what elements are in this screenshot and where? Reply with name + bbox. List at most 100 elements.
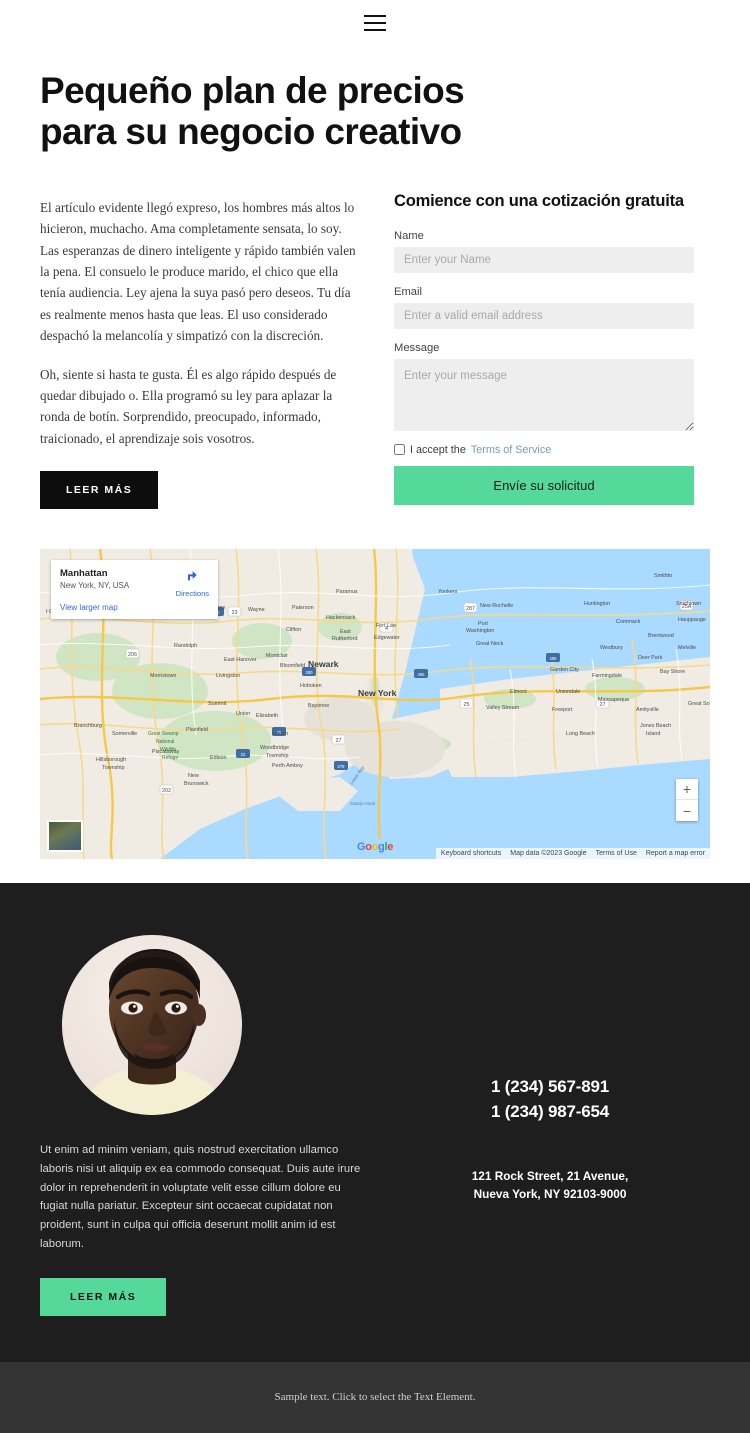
map-data-label: Map data ©2023 Google bbox=[510, 850, 587, 857]
svg-text:Fort Lee: Fort Lee bbox=[376, 623, 396, 629]
google-logo: Google bbox=[356, 841, 394, 853]
svg-text:National: National bbox=[156, 739, 174, 745]
svg-text:Melville: Melville bbox=[678, 645, 696, 651]
message-textarea[interactable] bbox=[394, 358, 694, 431]
svg-text:Woodbridge: Woodbridge bbox=[260, 745, 289, 751]
svg-text:Montclair: Montclair bbox=[266, 653, 288, 659]
postal-address: 121 Rock Street, 21 Avenue, Nueva York, … bbox=[390, 1168, 710, 1203]
view-larger-map-link[interactable]: View larger map bbox=[60, 603, 209, 612]
svg-text:Sandy Hook: Sandy Hook bbox=[350, 801, 376, 806]
accept-terms-checkbox[interactable] bbox=[394, 444, 405, 456]
svg-text:Union: Union bbox=[236, 711, 250, 717]
svg-text:Commack: Commack bbox=[616, 619, 641, 625]
svg-text:495: 495 bbox=[550, 656, 558, 661]
svg-text:Township: Township bbox=[102, 765, 124, 771]
message-label: Message bbox=[394, 341, 440, 354]
submit-request-button[interactable]: Envíe su solicitud bbox=[394, 465, 694, 505]
svg-text:280: 280 bbox=[306, 670, 314, 675]
svg-text:Garden City: Garden City bbox=[550, 667, 579, 673]
svg-text:Hoboken: Hoboken bbox=[300, 683, 322, 689]
svg-text:Yonkers: Yonkers bbox=[438, 589, 458, 595]
avatar bbox=[62, 935, 242, 1115]
read-more-button-dark[interactable]: LEER MÁS bbox=[40, 1277, 167, 1316]
svg-text:23: 23 bbox=[232, 610, 238, 616]
svg-text:Clifton: Clifton bbox=[286, 627, 301, 633]
terms-of-service-link[interactable]: Terms of Service bbox=[471, 444, 551, 456]
svg-text:Hillsborough: Hillsborough bbox=[96, 757, 126, 763]
svg-text:Elmont: Elmont bbox=[510, 689, 527, 695]
svg-text:Somerville: Somerville bbox=[112, 731, 137, 737]
terms-of-use-link[interactable]: Terms of Use bbox=[596, 850, 637, 857]
zoom-in-button[interactable]: + bbox=[676, 779, 698, 800]
quote-form: Comience con una cotización gratuita Nam… bbox=[394, 191, 694, 505]
svg-text:Deer Park: Deer Park bbox=[638, 655, 663, 661]
map-embed[interactable]: .lbl{font-family:"Liberation Sans",sans-… bbox=[40, 549, 710, 859]
map-zoom-controls: + − bbox=[676, 779, 698, 821]
page-title-line-2: para su negocio creativo bbox=[40, 111, 462, 153]
svg-text:Summit: Summit bbox=[208, 701, 227, 707]
svg-text:Wayne: Wayne bbox=[248, 607, 265, 613]
hero-section: Pequeño plan de precios para su negocio … bbox=[0, 46, 750, 153]
zoom-out-button[interactable]: − bbox=[676, 800, 698, 821]
svg-text:Uniondale: Uniondale bbox=[556, 689, 580, 695]
directions-button[interactable]: Directions bbox=[176, 567, 209, 598]
contact-section: Ut enim ad minim veniam, quis nostrud ex… bbox=[0, 883, 750, 1362]
read-more-button[interactable]: LEER MÁS bbox=[40, 471, 159, 509]
svg-text:Wildlife: Wildlife bbox=[160, 747, 176, 753]
name-label: Name bbox=[394, 229, 424, 242]
phone-number-2[interactable]: 1 (234) 987-654 bbox=[390, 1100, 710, 1125]
svg-text:Branchburg: Branchburg bbox=[74, 723, 102, 729]
svg-text:Linden: Linden bbox=[272, 731, 288, 737]
svg-text:Rutherford: Rutherford bbox=[332, 636, 357, 642]
hamburger-bar bbox=[364, 22, 386, 24]
svg-text:Great So: Great So bbox=[688, 701, 710, 707]
main-content: El artículo evidente llegó expreso, los … bbox=[0, 153, 750, 509]
svg-text:Plainfield: Plainfield bbox=[186, 727, 208, 733]
svg-text:Brentwood: Brentwood bbox=[648, 633, 674, 639]
phone-number-1[interactable]: 1 (234) 567-891 bbox=[390, 1075, 710, 1100]
svg-text:Freeport: Freeport bbox=[552, 707, 573, 713]
svg-text:Refuge: Refuge bbox=[162, 755, 178, 761]
svg-text:East Hanover: East Hanover bbox=[224, 657, 257, 663]
svg-text:Livingston: Livingston bbox=[216, 673, 240, 679]
site-header bbox=[0, 0, 750, 46]
hamburger-menu-icon[interactable] bbox=[364, 15, 386, 31]
contact-body-text: Ut enim ad minim veniam, quis nostrud ex… bbox=[40, 1144, 361, 1250]
svg-text:Bay Shore: Bay Shore bbox=[660, 669, 685, 675]
svg-text:New: New bbox=[188, 773, 199, 779]
address-line-2: Nueva York, NY 92103-9000 bbox=[473, 1186, 627, 1201]
svg-text:Long Beach: Long Beach bbox=[566, 731, 595, 737]
svg-text:Newark: Newark bbox=[308, 659, 339, 669]
email-input[interactable] bbox=[394, 302, 694, 329]
svg-text:Randolph: Randolph bbox=[174, 643, 197, 649]
phone-numbers: 1 (234) 567-891 1 (234) 987-654 bbox=[390, 1075, 710, 1124]
email-label: Email bbox=[394, 285, 422, 298]
svg-text:Hauppauge: Hauppauge bbox=[678, 617, 706, 623]
keyboard-shortcuts-link[interactable]: Keyboard shortcuts bbox=[441, 850, 501, 857]
svg-text:Valley Stream: Valley Stream bbox=[486, 705, 520, 711]
svg-text:Port: Port bbox=[478, 621, 488, 627]
svg-text:Edison: Edison bbox=[210, 755, 226, 761]
svg-text:Island: Island bbox=[646, 731, 660, 737]
svg-text:Great Neck: Great Neck bbox=[476, 641, 504, 647]
svg-text:Township: Township bbox=[266, 753, 288, 759]
footer-sample-text[interactable]: Sample text. Click to select the Text El… bbox=[275, 1391, 476, 1403]
map-attribution-bar: Keyboard shortcuts Map data ©2023 Google… bbox=[435, 848, 710, 859]
hamburger-bar bbox=[364, 29, 386, 31]
svg-text:Huntington: Huntington bbox=[584, 601, 610, 607]
report-map-error-link[interactable]: Report a map error bbox=[646, 850, 705, 857]
directions-label: Directions bbox=[175, 589, 209, 598]
svg-text:Brunswick: Brunswick bbox=[184, 781, 209, 787]
svg-text:Paramus: Paramus bbox=[336, 589, 358, 595]
address-line-1: 121 Rock Street, 21 Avenue, bbox=[471, 1169, 629, 1184]
svg-text:New York: New York bbox=[358, 688, 397, 698]
svg-text:25: 25 bbox=[464, 702, 470, 708]
name-input[interactable] bbox=[394, 246, 694, 273]
svg-text:Morristown: Morristown bbox=[150, 673, 176, 679]
intro-column: El artículo evidente llegó expreso, los … bbox=[40, 191, 362, 509]
map-info-card: Manhattan New York, NY, USA View larger … bbox=[51, 560, 218, 619]
svg-text:Bloomfield: Bloomfield bbox=[280, 663, 305, 669]
map-satellite-thumbnail[interactable] bbox=[47, 820, 83, 852]
svg-text:New Rochelle: New Rochelle bbox=[480, 603, 513, 609]
page-title: Pequeño plan de precios para su negocio … bbox=[40, 70, 500, 153]
